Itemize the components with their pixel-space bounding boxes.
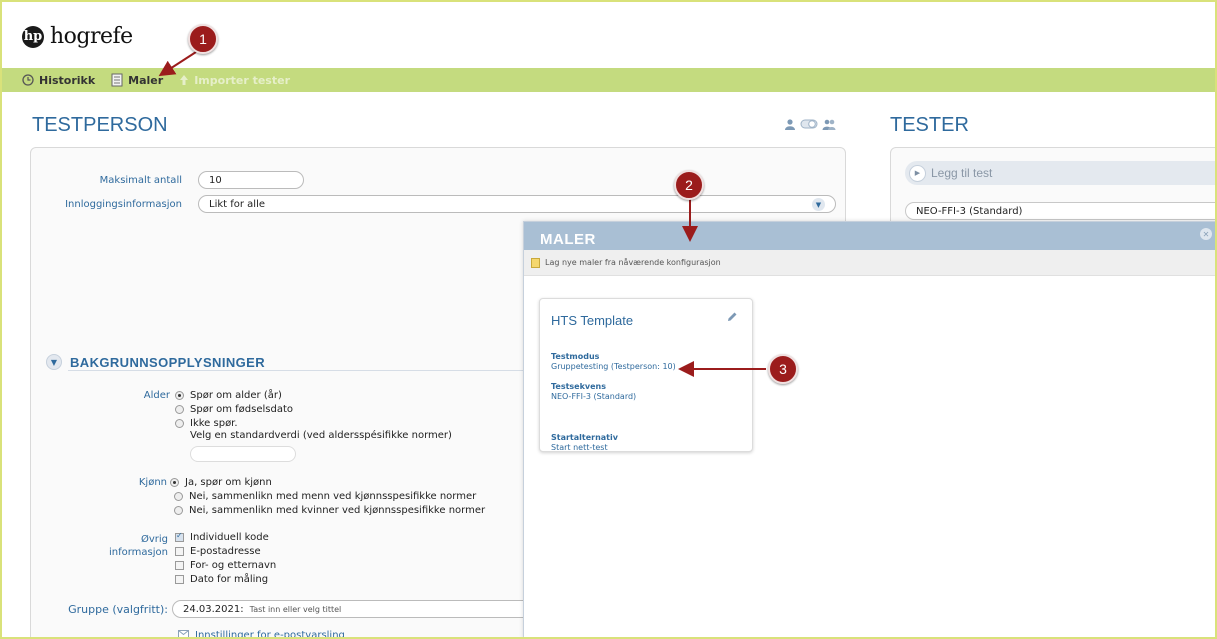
logo-mark-icon: hp xyxy=(22,25,44,48)
login-info-select[interactable]: Likt for alle ▼ xyxy=(198,195,836,213)
template-start-value: Start nett-test xyxy=(551,443,608,452)
toggle-icon[interactable] xyxy=(800,118,818,133)
nav-historikk-label: Historikk xyxy=(39,73,96,87)
gender-option-label: Nei, sammenlikn med kvinner ved kjønnssp… xyxy=(189,505,486,516)
age-default-input[interactable] xyxy=(190,446,296,462)
template-mode-key: Testmodus xyxy=(551,352,600,361)
hogrefe-logo[interactable]: hp hogrefe xyxy=(22,24,133,49)
template-name: HTS Template xyxy=(551,313,634,328)
testperson-title: TESTPERSON xyxy=(32,114,168,136)
create-template-link[interactable]: Lag nye maler fra nåværende konfigurasjo… xyxy=(524,250,1215,276)
radio-button[interactable] xyxy=(175,419,184,428)
checkbox[interactable] xyxy=(175,575,184,584)
group-label: Gruppe (valgfritt): xyxy=(68,602,168,616)
app-window: hp hogrefe Historikk Maler Importer test… xyxy=(0,0,1217,639)
age-option-label: Spør om fødselsdato xyxy=(190,404,293,415)
annotation-marker-1: 1 xyxy=(188,24,218,54)
other-option-2[interactable]: E-postadresse xyxy=(175,546,261,557)
add-test-button[interactable]: ▶ Legg til test xyxy=(905,161,1215,185)
other-info-label-1: Øvrig xyxy=(140,534,168,545)
gender-option-1[interactable]: Ja, spør om kjønn xyxy=(170,477,272,488)
email-settings-label: Innstillinger for e-postvarsling xyxy=(195,630,345,639)
radio-button[interactable] xyxy=(175,405,184,414)
max-count-input[interactable]: 10 xyxy=(198,171,304,189)
gender-option-3[interactable]: Nei, sammenlikn med kvinner ved kjønnssp… xyxy=(174,505,485,516)
annotation-marker-2: 2 xyxy=(674,170,704,200)
age-option-label: Spør om alder (år) xyxy=(190,390,282,401)
close-icon[interactable]: ✕ xyxy=(1200,228,1212,240)
radio-button[interactable] xyxy=(175,391,184,400)
pencil-icon[interactable] xyxy=(726,311,738,326)
checkbox[interactable] xyxy=(175,547,184,556)
gender-option-label: Ja, spør om kjønn xyxy=(185,477,272,488)
group-row: Gruppe (valgfritt): 24.03.2021: Tast inn… xyxy=(48,600,532,618)
max-count-label: Maksimalt antall xyxy=(99,174,182,186)
other-option-label: Dato for måling xyxy=(190,574,269,585)
history-icon xyxy=(22,74,34,86)
template-seq-key: Testsekvens xyxy=(551,382,607,391)
add-test-label: Legg til test xyxy=(931,166,993,180)
nav-importer-tester[interactable]: Importer tester xyxy=(179,74,290,87)
login-info-label: Innloggingsinformasjon xyxy=(65,198,182,210)
template-seq-value: NEO-FFI-3 (Standard) xyxy=(551,392,637,401)
login-info-row: Innloggingsinformasjon Likt for alle ▼ xyxy=(42,195,836,213)
group-value: 24.03.2021: xyxy=(183,603,244,615)
radio-button[interactable] xyxy=(170,478,179,487)
gender-label: Kjønn xyxy=(138,477,167,488)
upload-arrow-icon xyxy=(179,74,189,86)
nav-maler[interactable]: Maler xyxy=(111,73,163,87)
group-input[interactable]: 24.03.2021: Tast inn eller velg tittel xyxy=(172,600,532,618)
test-list-item[interactable]: NEO-FFI-3 (Standard) xyxy=(905,202,1215,220)
play-icon: ▶ xyxy=(909,164,926,182)
checkbox[interactable] xyxy=(175,561,184,570)
radio-button[interactable] xyxy=(174,492,183,501)
section-divider xyxy=(68,370,528,371)
collapse-icon[interactable]: ▼ xyxy=(46,354,62,370)
chevron-down-icon: ▼ xyxy=(812,198,825,211)
main-navbar: Historikk Maler Importer tester xyxy=(2,68,1215,92)
nav-maler-label: Maler xyxy=(128,73,164,87)
age-option-label: Ikke spør. xyxy=(190,418,238,429)
other-option-label: For- og etternavn xyxy=(190,560,277,571)
annotation-marker-3: 3 xyxy=(768,354,798,384)
radio-button[interactable] xyxy=(174,506,183,515)
email-settings-link[interactable]: Innstillinger for e-postvarsling xyxy=(178,630,345,639)
template-card[interactable]: HTS Template Testmodus Gruppetesting (Te… xyxy=(539,298,753,452)
envelope-icon xyxy=(178,630,189,637)
age-default-hint: Velg en standardverdi (ved aldersspésifi… xyxy=(190,430,452,441)
max-count-row: Maksimalt antall 10 xyxy=(42,171,304,189)
document-icon xyxy=(111,73,123,87)
person-view-icons xyxy=(784,118,836,133)
gender-option-label: Nei, sammenlikn med menn ved kjønnsspesi… xyxy=(189,491,477,502)
other-option-label: E-postadresse xyxy=(190,546,261,557)
other-option-1[interactable]: Individuell kode xyxy=(175,531,269,543)
group-placeholder: Tast inn eller velg tittel xyxy=(249,604,342,614)
login-info-value: Likt for alle xyxy=(209,198,266,210)
gender-option-2[interactable]: Nei, sammenlikn med menn ved kjønnsspesi… xyxy=(174,491,476,502)
age-option-1[interactable]: Spør om alder (år) xyxy=(175,390,282,401)
logo-text: hogrefe xyxy=(50,24,133,49)
nav-historikk[interactable]: Historikk xyxy=(22,74,95,87)
single-person-icon[interactable] xyxy=(784,118,796,133)
nav-importer-tester-label: Importer tester xyxy=(194,73,290,87)
background-section-title: BAKGRUNNSOPPLYSNINGER xyxy=(70,354,266,370)
other-option-label: Individuell kode xyxy=(190,532,269,543)
age-option-2[interactable]: Spør om fødselsdato xyxy=(175,404,293,415)
template-mode-value: Gruppetesting (Testperson: 10) xyxy=(551,362,676,371)
other-option-3[interactable]: For- og etternavn xyxy=(175,560,276,571)
age-label: Alder xyxy=(143,390,170,401)
template-start-key: Startalternativ xyxy=(551,433,618,442)
background-section-header[interactable]: ▼ BAKGRUNNSOPPLYSNINGER xyxy=(46,354,265,370)
dialog-header: MALER ✕ xyxy=(524,222,1215,250)
age-option-3[interactable]: Ikke spør. xyxy=(175,418,238,429)
create-template-label: Lag nye maler fra nåværende konfigurasjo… xyxy=(545,258,721,267)
new-template-icon xyxy=(531,257,540,268)
dialog-title: MALER xyxy=(540,231,596,248)
other-option-4[interactable]: Dato for måling xyxy=(175,574,268,585)
tester-title: TESTER xyxy=(890,114,969,136)
other-info-label-2: informasjon xyxy=(108,547,168,558)
group-persons-icon[interactable] xyxy=(822,118,836,133)
checkbox[interactable] xyxy=(175,531,184,542)
